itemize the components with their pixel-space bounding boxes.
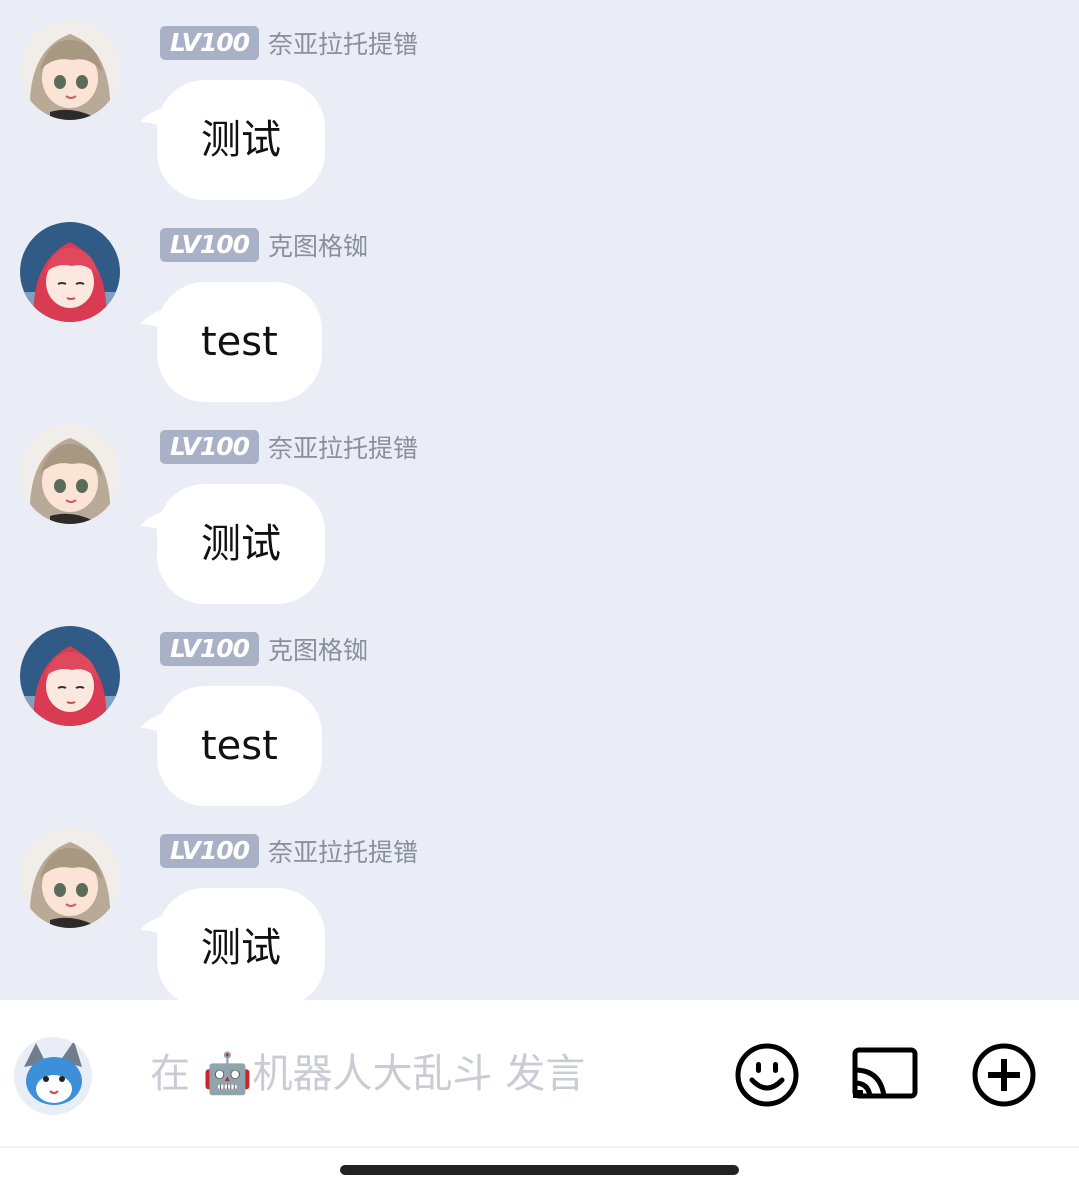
username[interactable]: 奈亚拉托提镨 xyxy=(268,25,418,61)
avatar[interactable] xyxy=(20,626,120,726)
message-meta: LV100 奈亚拉托提镨 xyxy=(160,26,418,60)
home-indicator[interactable] xyxy=(340,1165,739,1175)
chat-message: LV100 奈亚拉托提镨 测试 xyxy=(0,404,1079,604)
username[interactable]: 克图格铷 xyxy=(268,227,368,263)
message-meta: LV100 奈亚拉托提镨 xyxy=(160,834,418,868)
self-avatar[interactable] xyxy=(14,1037,92,1115)
avatar[interactable] xyxy=(20,828,120,928)
plus-circle-icon[interactable] xyxy=(969,1040,1039,1110)
chat-message: LV100 克图格铷 test xyxy=(0,606,1079,806)
message-meta: LV100 克图格铷 xyxy=(160,632,368,666)
chat-message-list[interactable]: LV100 奈亚拉托提镨 测试 LV100 克图格铷 test LV100 奈亚… xyxy=(0,0,1079,1000)
username[interactable]: 克图格铷 xyxy=(268,631,368,667)
level-badge: LV100 xyxy=(160,430,260,464)
chat-message: LV100 奈亚拉托提镨 测试 xyxy=(0,808,1079,1000)
message-input[interactable]: 在 🤖机器人大乱斗 发言 xyxy=(150,1044,585,1104)
cast-icon[interactable] xyxy=(850,1040,920,1110)
avatar[interactable] xyxy=(20,20,120,120)
message-bubble[interactable]: 测试 xyxy=(157,888,325,1000)
message-meta: LV100 克图格铷 xyxy=(160,228,368,262)
avatar[interactable] xyxy=(20,424,120,524)
chat-message: LV100 奈亚拉托提镨 测试 xyxy=(0,0,1079,200)
username[interactable]: 奈亚拉托提镨 xyxy=(268,833,418,869)
message-bubble[interactable]: 测试 xyxy=(157,80,325,200)
home-bar-area xyxy=(0,1148,1079,1192)
level-badge: LV100 xyxy=(160,26,260,60)
level-badge: LV100 xyxy=(160,228,260,262)
username[interactable]: 奈亚拉托提镨 xyxy=(268,429,418,465)
chat-message: LV100 克图格铷 test xyxy=(0,202,1079,402)
message-meta: LV100 奈亚拉托提镨 xyxy=(160,430,418,464)
message-bubble[interactable]: 测试 xyxy=(157,484,325,604)
level-badge: LV100 xyxy=(160,632,260,666)
avatar[interactable] xyxy=(20,222,120,322)
smiley-icon[interactable] xyxy=(732,1040,802,1110)
message-bubble[interactable]: test xyxy=(157,282,322,402)
level-badge: LV100 xyxy=(160,834,260,868)
input-bar: 在 🤖机器人大乱斗 发言 xyxy=(0,1000,1079,1146)
message-bubble[interactable]: test xyxy=(157,686,322,806)
